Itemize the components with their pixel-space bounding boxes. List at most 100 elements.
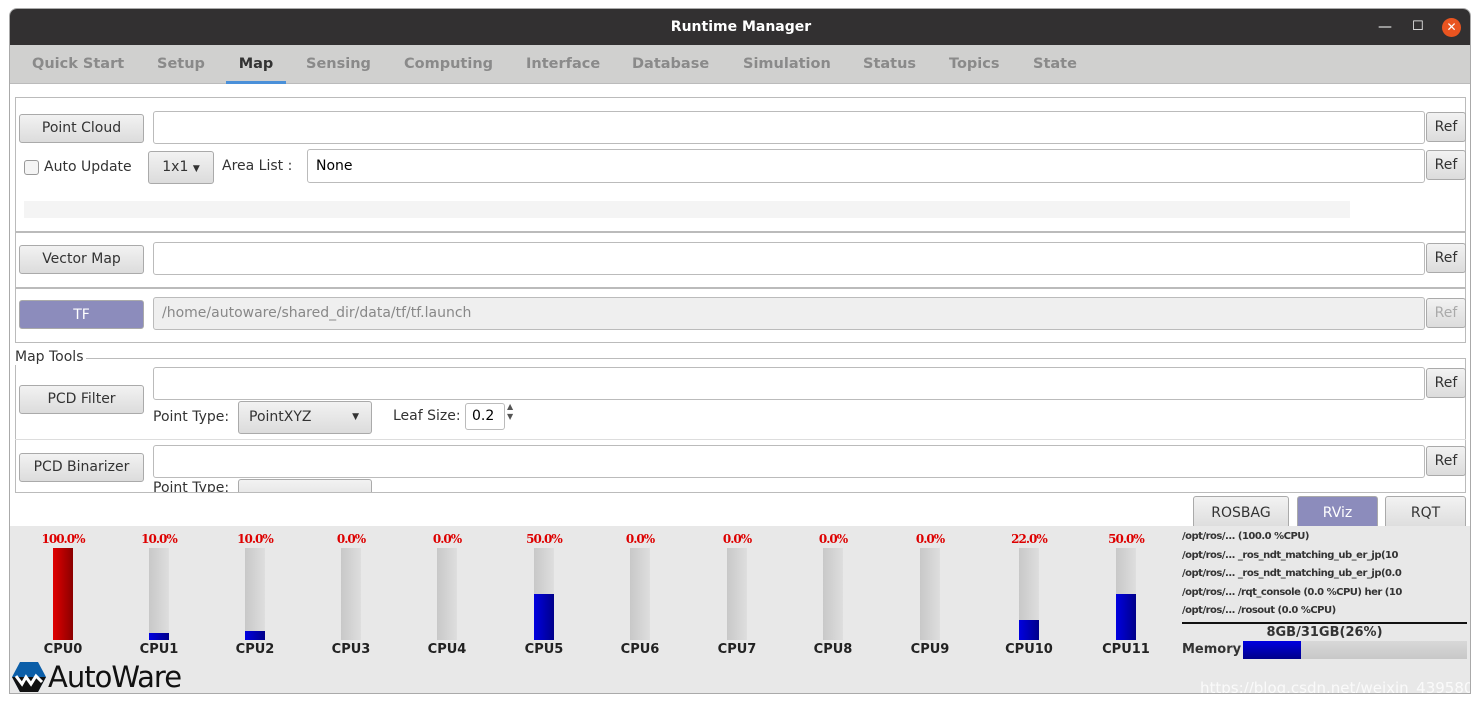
cpu-bar-fill	[53, 548, 73, 640]
divider	[15, 439, 1466, 440]
cpu-percent: 0.0%	[722, 532, 752, 546]
grid-size-value: 1x1	[162, 159, 189, 175]
pcd-filter-path-input[interactable]	[153, 367, 1425, 400]
tab-simulation[interactable]: Simulation	[743, 45, 831, 84]
cpu-percent: 10.0%	[141, 532, 178, 546]
area-list-input[interactable]: None	[307, 149, 1425, 183]
autoware-logo: AutoWare	[12, 660, 182, 694]
cpu-label: CPU3	[331, 642, 371, 657]
maximize-icon[interactable]: ☐	[1412, 9, 1424, 45]
point-type-value: PointXYZ	[249, 409, 312, 425]
cpu-bar	[53, 548, 73, 640]
area-list-label: Area List :	[222, 158, 293, 174]
leaf-size-input[interactable]: 0.2	[465, 403, 505, 430]
cpu-percent: 10.0%	[237, 532, 274, 546]
vector-map-ref-button[interactable]: Ref	[1426, 243, 1466, 273]
tab-status[interactable]: Status	[863, 45, 916, 84]
cpu-bar	[149, 548, 169, 640]
pcd-binarizer-ref-button[interactable]: Ref	[1426, 446, 1466, 476]
close-icon[interactable]: ✕	[1442, 18, 1461, 37]
rviz-button[interactable]: RViz	[1297, 496, 1378, 530]
tab-interface[interactable]: Interface	[526, 45, 600, 84]
tab-setup[interactable]: Setup	[157, 45, 205, 84]
cpu-label: CPU1	[139, 642, 179, 657]
cpu-bar-fill	[245, 630, 265, 640]
auto-update-label: Auto Update	[44, 159, 132, 175]
point-cloud-path-input[interactable]	[153, 111, 1425, 144]
rqt-button[interactable]: RQT	[1385, 496, 1466, 530]
cpu-bar	[437, 548, 457, 640]
tab-computing[interactable]: Computing	[404, 45, 493, 84]
tab-bar: Quick Start Setup Map Sensing Computing …	[10, 45, 1470, 84]
minimize-icon[interactable]: —	[1378, 9, 1392, 45]
leaf-size-spinner[interactable]: ▲ ▼	[507, 402, 513, 422]
panel-bottom-border	[15, 492, 1466, 493]
vector-map-button[interactable]: Vector Map	[19, 245, 144, 274]
map-panel: Point Cloud Ref Auto Update 1x1 ▼ Area L…	[10, 84, 1470, 530]
pcd-filter-button[interactable]: PCD Filter	[19, 385, 144, 414]
cpu-label: CPU10	[1005, 642, 1053, 657]
cpu-label: CPU5	[524, 642, 564, 657]
binarizer-point-type-dropdown[interactable]	[238, 479, 372, 492]
point-cloud-ref-button[interactable]: Ref	[1426, 112, 1466, 142]
cpu-bar-fill	[534, 594, 554, 640]
cpu-bar	[534, 548, 554, 640]
leaf-size-label: Leaf Size:	[393, 408, 461, 424]
cpu-label: CPU6	[620, 642, 660, 657]
cpu-bar	[630, 548, 650, 640]
area-list-ref-button[interactable]: Ref	[1426, 150, 1466, 180]
logo-text: AutoWare	[48, 660, 182, 694]
tab-database[interactable]: Database	[632, 45, 709, 84]
grid-size-dropdown[interactable]: 1x1 ▼	[148, 151, 214, 184]
system-monitor: 100.0% CPU0 10.0% CPU1 10.0% CPU2 0.0% CPU3 0.0%…	[10, 526, 1471, 694]
point-type-dropdown[interactable]: PointXYZ ▼	[238, 401, 372, 434]
cpu-label: CPU8	[813, 642, 853, 657]
pcd-filter-ref-button[interactable]: Ref	[1426, 368, 1466, 398]
cpu-bar-fill	[1019, 619, 1039, 640]
memory-bar-fill	[1243, 641, 1302, 659]
memory-label: Memory	[1182, 642, 1242, 657]
watermark: https://blog.csdn.net/weixin_43958086	[1200, 679, 1471, 694]
cpu-bar-fill	[149, 632, 169, 640]
point-cloud-button[interactable]: Point Cloud	[19, 114, 144, 143]
process-line: /opt/ros/... _ros_ndt_matching_ub_er_jp(…	[1182, 568, 1402, 579]
tab-sensing[interactable]: Sensing	[306, 45, 371, 84]
memory-text: 8GB/31GB(26%)	[1266, 625, 1383, 640]
tab-state[interactable]: State	[1033, 45, 1077, 84]
tf-path-input[interactable]: /home/autoware/shared_dir/data/tf/tf.lau…	[153, 297, 1425, 330]
point-type-label: Point Type:	[153, 409, 230, 425]
cpu-percent: 100.0%	[41, 532, 86, 546]
cpu-bar	[920, 548, 940, 640]
process-line: /opt/ros/... (100.0 %CPU)	[1182, 531, 1309, 542]
cpu-label: CPU0	[43, 642, 83, 657]
cpu-percent: 0.0%	[336, 532, 366, 546]
tab-topics[interactable]: Topics	[949, 45, 1000, 84]
tab-quick-start[interactable]: Quick Start	[32, 45, 124, 84]
cpu-bar	[1116, 548, 1136, 640]
process-line: /opt/ros/... _ros_ndt_matching_ub_er_jp(…	[1182, 550, 1398, 561]
tf-ref-button[interactable]: Ref	[1426, 298, 1466, 328]
chevron-down-icon: ▼	[192, 164, 200, 174]
cpu-percent: 50.0%	[1108, 532, 1145, 546]
auto-update-checkbox[interactable]	[24, 160, 39, 175]
rosbag-button[interactable]: ROSBAG	[1193, 496, 1289, 530]
cpu-label: CPU2	[235, 642, 275, 657]
chevron-down-icon: ▼	[352, 412, 359, 422]
cpu-percent: 50.0%	[526, 532, 563, 546]
process-line: /opt/ros/... /rosout (0.0 %CPU)	[1182, 605, 1336, 616]
cpu-label: CPU4	[427, 642, 467, 657]
tf-button[interactable]: TF	[19, 300, 144, 329]
divider	[1182, 622, 1467, 624]
cpu-percent: 0.0%	[818, 532, 848, 546]
vector-map-path-input[interactable]	[153, 242, 1425, 275]
cpu-bar	[341, 548, 361, 640]
cpu-percent: 0.0%	[625, 532, 655, 546]
tab-map[interactable]: Map	[226, 45, 286, 84]
point-cloud-progress-bar	[24, 201, 1350, 218]
cpu-percent: 22.0%	[1011, 532, 1048, 546]
autoware-logo-icon	[12, 662, 46, 692]
map-tools-label: Map Tools	[15, 349, 87, 365]
cpu-bar	[1019, 548, 1039, 640]
pcd-binarizer-path-input[interactable]	[153, 445, 1425, 478]
cpu-label: CPU11	[1102, 642, 1150, 657]
